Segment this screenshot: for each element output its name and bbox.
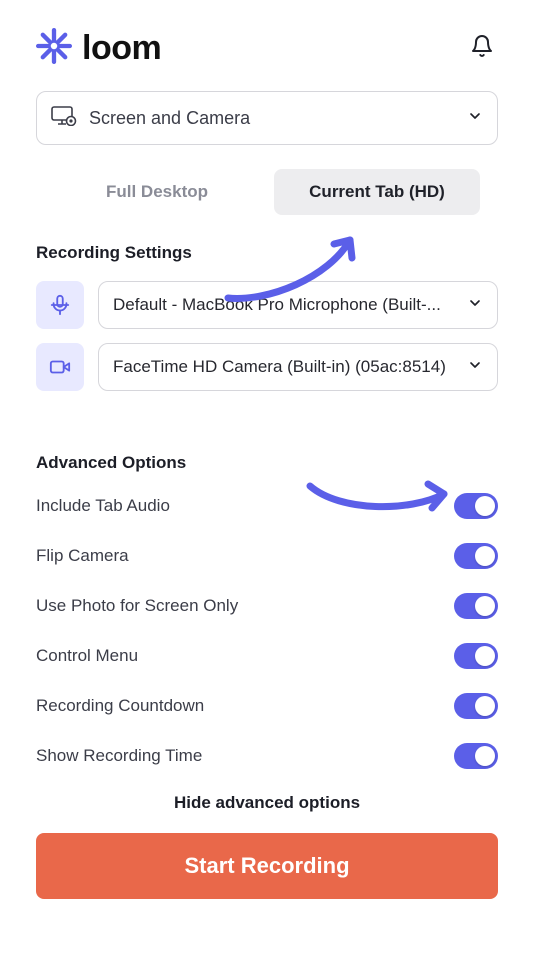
microphone-value: Default - MacBook Pro Microphone (Built-… bbox=[113, 295, 467, 315]
notifications-button[interactable] bbox=[466, 33, 498, 65]
toggle-recording-countdown[interactable] bbox=[454, 693, 498, 719]
start-recording-button[interactable]: Start Recording bbox=[36, 833, 498, 899]
camera-value: FaceTime HD Camera (Built-in) (05ac:8514… bbox=[113, 357, 467, 377]
recording-settings-heading: Recording Settings bbox=[36, 243, 498, 263]
microphone-select[interactable]: Default - MacBook Pro Microphone (Built-… bbox=[98, 281, 498, 329]
screen-camera-icon bbox=[51, 106, 77, 131]
option-label: Use Photo for Screen Only bbox=[36, 596, 238, 616]
chevron-down-icon bbox=[467, 108, 483, 129]
hide-advanced-options[interactable]: Hide advanced options bbox=[36, 793, 498, 813]
tab-current-tab[interactable]: Current Tab (HD) bbox=[274, 169, 480, 215]
toggle-flip-camera[interactable] bbox=[454, 543, 498, 569]
start-recording-label: Start Recording bbox=[184, 853, 349, 879]
option-control-menu: Control Menu bbox=[36, 643, 498, 669]
loom-logo-icon bbox=[36, 28, 72, 69]
option-label: Control Menu bbox=[36, 646, 138, 666]
brand-name: loom bbox=[82, 29, 161, 68]
option-show-recording-time: Show Recording Time bbox=[36, 743, 498, 769]
recording-mode-label: Screen and Camera bbox=[89, 108, 455, 129]
toggle-show-recording-time[interactable] bbox=[454, 743, 498, 769]
camera-select[interactable]: FaceTime HD Camera (Built-in) (05ac:8514… bbox=[98, 343, 498, 391]
option-include-tab-audio: Include Tab Audio bbox=[36, 493, 498, 519]
toggle-use-photo-screen-only[interactable] bbox=[454, 593, 498, 619]
option-use-photo-screen-only: Use Photo for Screen Only bbox=[36, 593, 498, 619]
brand: loom bbox=[36, 28, 161, 69]
tab-label: Full Desktop bbox=[106, 182, 208, 202]
toggle-control-menu[interactable] bbox=[454, 643, 498, 669]
bell-icon bbox=[470, 34, 494, 63]
recording-mode-select[interactable]: Screen and Camera bbox=[36, 91, 498, 145]
microphone-icon[interactable] bbox=[36, 281, 84, 329]
option-label: Flip Camera bbox=[36, 546, 129, 566]
camera-icon[interactable] bbox=[36, 343, 84, 391]
option-label: Recording Countdown bbox=[36, 696, 204, 716]
advanced-options-heading: Advanced Options bbox=[36, 453, 498, 473]
option-flip-camera: Flip Camera bbox=[36, 543, 498, 569]
capture-scope-tabs: Full Desktop Current Tab (HD) bbox=[36, 169, 498, 215]
chevron-down-icon bbox=[467, 357, 483, 378]
option-label: Include Tab Audio bbox=[36, 496, 170, 516]
chevron-down-icon bbox=[467, 295, 483, 316]
tab-label: Current Tab (HD) bbox=[309, 182, 445, 202]
option-recording-countdown: Recording Countdown bbox=[36, 693, 498, 719]
tab-full-desktop[interactable]: Full Desktop bbox=[54, 169, 260, 215]
option-label: Show Recording Time bbox=[36, 746, 202, 766]
toggle-include-tab-audio[interactable] bbox=[454, 493, 498, 519]
